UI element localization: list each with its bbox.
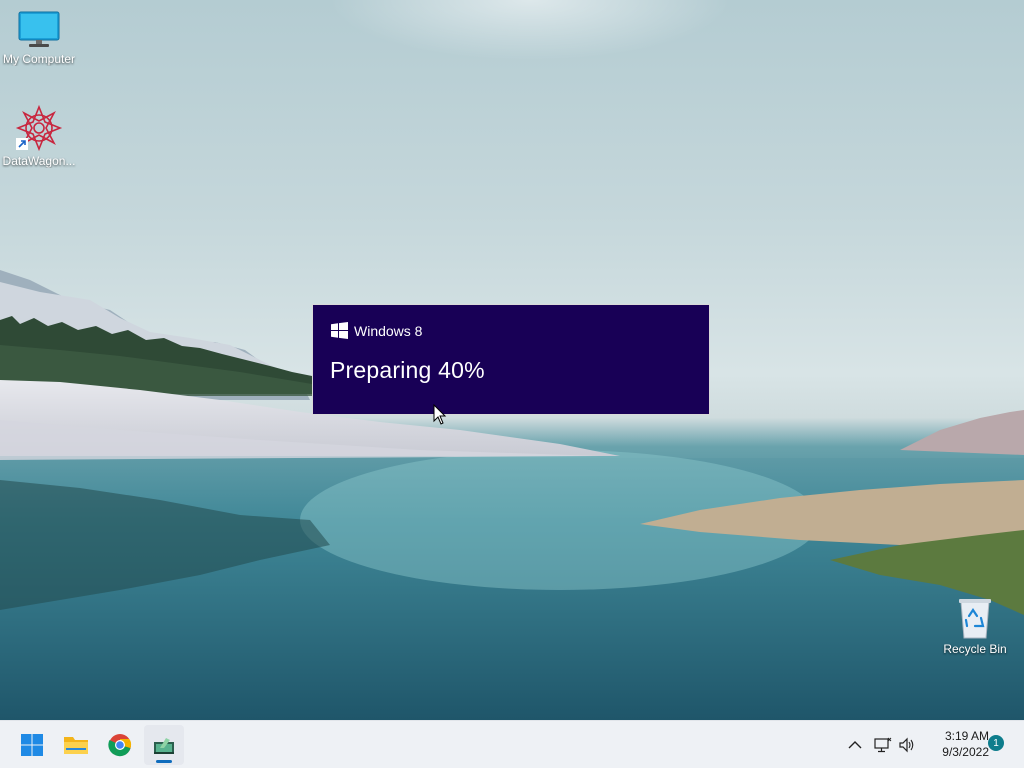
recycle-bin-icon [959, 599, 991, 639]
desktop-icon-recycle-bin[interactable]: Recycle Bin [936, 596, 1014, 656]
active-app-indicator [156, 760, 172, 763]
setup-brand: Windows 8 [331, 322, 422, 339]
windows-logo-icon [331, 322, 348, 339]
start-button[interactable] [12, 725, 52, 765]
taskbar: 3:19 AM 9/3/2022 [0, 720, 1024, 768]
desktop-icon-label: Recycle Bin [943, 642, 1007, 656]
monitor-icon [18, 11, 60, 47]
setup-window: Windows 8 Preparing 40% [312, 304, 710, 415]
taskbar-setup[interactable] [144, 725, 184, 765]
mouse-cursor-icon [433, 404, 447, 425]
speaker-icon [899, 737, 914, 753]
network-icon [874, 737, 892, 753]
folder-icon [64, 737, 88, 754]
setup-status-text: Preparing 40% [330, 357, 485, 383]
notification-badge[interactable]: 1 [988, 735, 1004, 751]
datawagon-app-icon [15, 104, 63, 152]
windows-start-icon [21, 734, 43, 756]
setup-app-icon [154, 738, 174, 754]
desktop-icon-label: DataWagon... [2, 154, 76, 168]
clock-date: 9/3/2022 [942, 745, 989, 759]
taskbar-file-explorer[interactable] [56, 725, 96, 765]
desktop-icon-datawagon[interactable]: DataWagon... [0, 104, 78, 168]
desktop-icon-my-computer[interactable]: My Computer [0, 10, 78, 66]
chrome-icon [108, 734, 132, 757]
volume-button[interactable] [896, 731, 918, 759]
setup-brand-text: Windows 8 [354, 322, 423, 339]
taskbar-chrome[interactable] [100, 725, 140, 765]
show-hidden-icons-button[interactable] [844, 731, 866, 759]
desktop-icon-label: My Computer [2, 52, 76, 66]
clock-time: 3:19 AM [944, 729, 989, 743]
network-button[interactable] [872, 731, 894, 759]
chevron-up-icon [848, 741, 862, 749]
taskbar-clock[interactable]: 3:19 AM 9/3/2022 [925, 728, 989, 760]
